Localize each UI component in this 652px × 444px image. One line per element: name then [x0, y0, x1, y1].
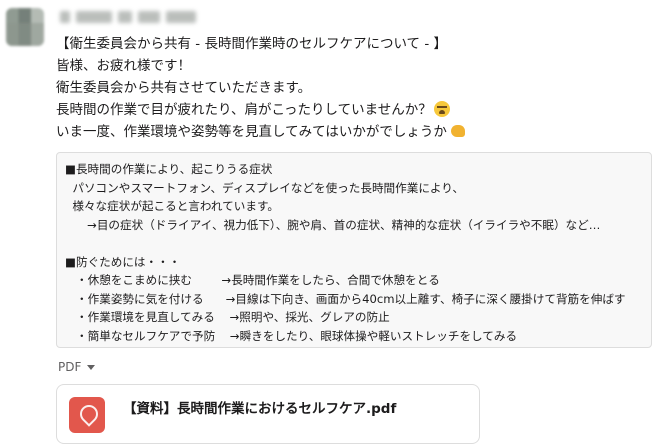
code-line: ・簡単なセルフケアで予防 →瞬きをしたり、眼球体操や軽いストレッチをしてみる: [65, 328, 518, 343]
file-name: 【資料】長時間作業におけるセルフケア.pdf: [123, 401, 397, 417]
flexed-biceps-emoji-icon: [449, 123, 467, 139]
code-line: ・作業姿勢に気を付ける →目線は下向き、画面から40cm以上離す、椅子に深く腰掛…: [65, 291, 626, 306]
code-line: ・休憩をこまめに挟む →長時間作業をしたら、合間で休憩をとる: [65, 273, 440, 287]
code-line: →目の症状（ドライアイ、視力低下）、腕や肩、首の症状、精神的な症状（イライラや不…: [65, 217, 601, 232]
attachments-toggle[interactable]: PDF: [58, 360, 96, 374]
sender-name-blurred[interactable]: [60, 6, 196, 28]
code-line: ■防ぐためには・・・: [65, 254, 181, 269]
message-title: 【衛生委員会から共有 - 長時間作業時のセルフケアについて - 】: [56, 36, 448, 52]
message-body: 【衛生委員会から共有 - 長時間作業時のセルフケアについて - 】 皆様、お疲れ…: [56, 33, 652, 143]
caret-down-icon: [87, 364, 96, 370]
code-line: 様々な症状が起こると言われています。: [65, 199, 279, 213]
code-line: ■長時間の作業により、起こりうる症状: [65, 162, 273, 176]
code-block: ■長時間の作業により、起こりうる症状 パソコンやスマートフォン、ディスプレイなど…: [56, 152, 652, 348]
code-line: ・作業環境を見直してみる →照明や、採光、グレアの防止: [65, 310, 390, 324]
tired-face-emoji-icon: [433, 101, 450, 117]
pdf-file-icon: [69, 397, 105, 433]
message-line: 衛生委員会から共有させていただきます。: [56, 80, 312, 96]
attachments-label: PDF: [58, 360, 82, 374]
code-line: パソコンやスマートフォン、ディスプレイなどを使った長時間作業により、: [65, 180, 465, 195]
avatar[interactable]: [6, 8, 44, 46]
message-line: 皆様、お疲れ様です！: [56, 58, 191, 74]
message-line: いま一度、作業環境や姿勢等を見直してみてはいかがでしょうか: [56, 121, 652, 143]
file-attachment[interactable]: 【資料】長時間作業におけるセルフケア.pdf: [56, 384, 480, 444]
message-line: 長時間の作業で目が疲れたり、肩がこったりしていませんか？: [56, 99, 652, 121]
